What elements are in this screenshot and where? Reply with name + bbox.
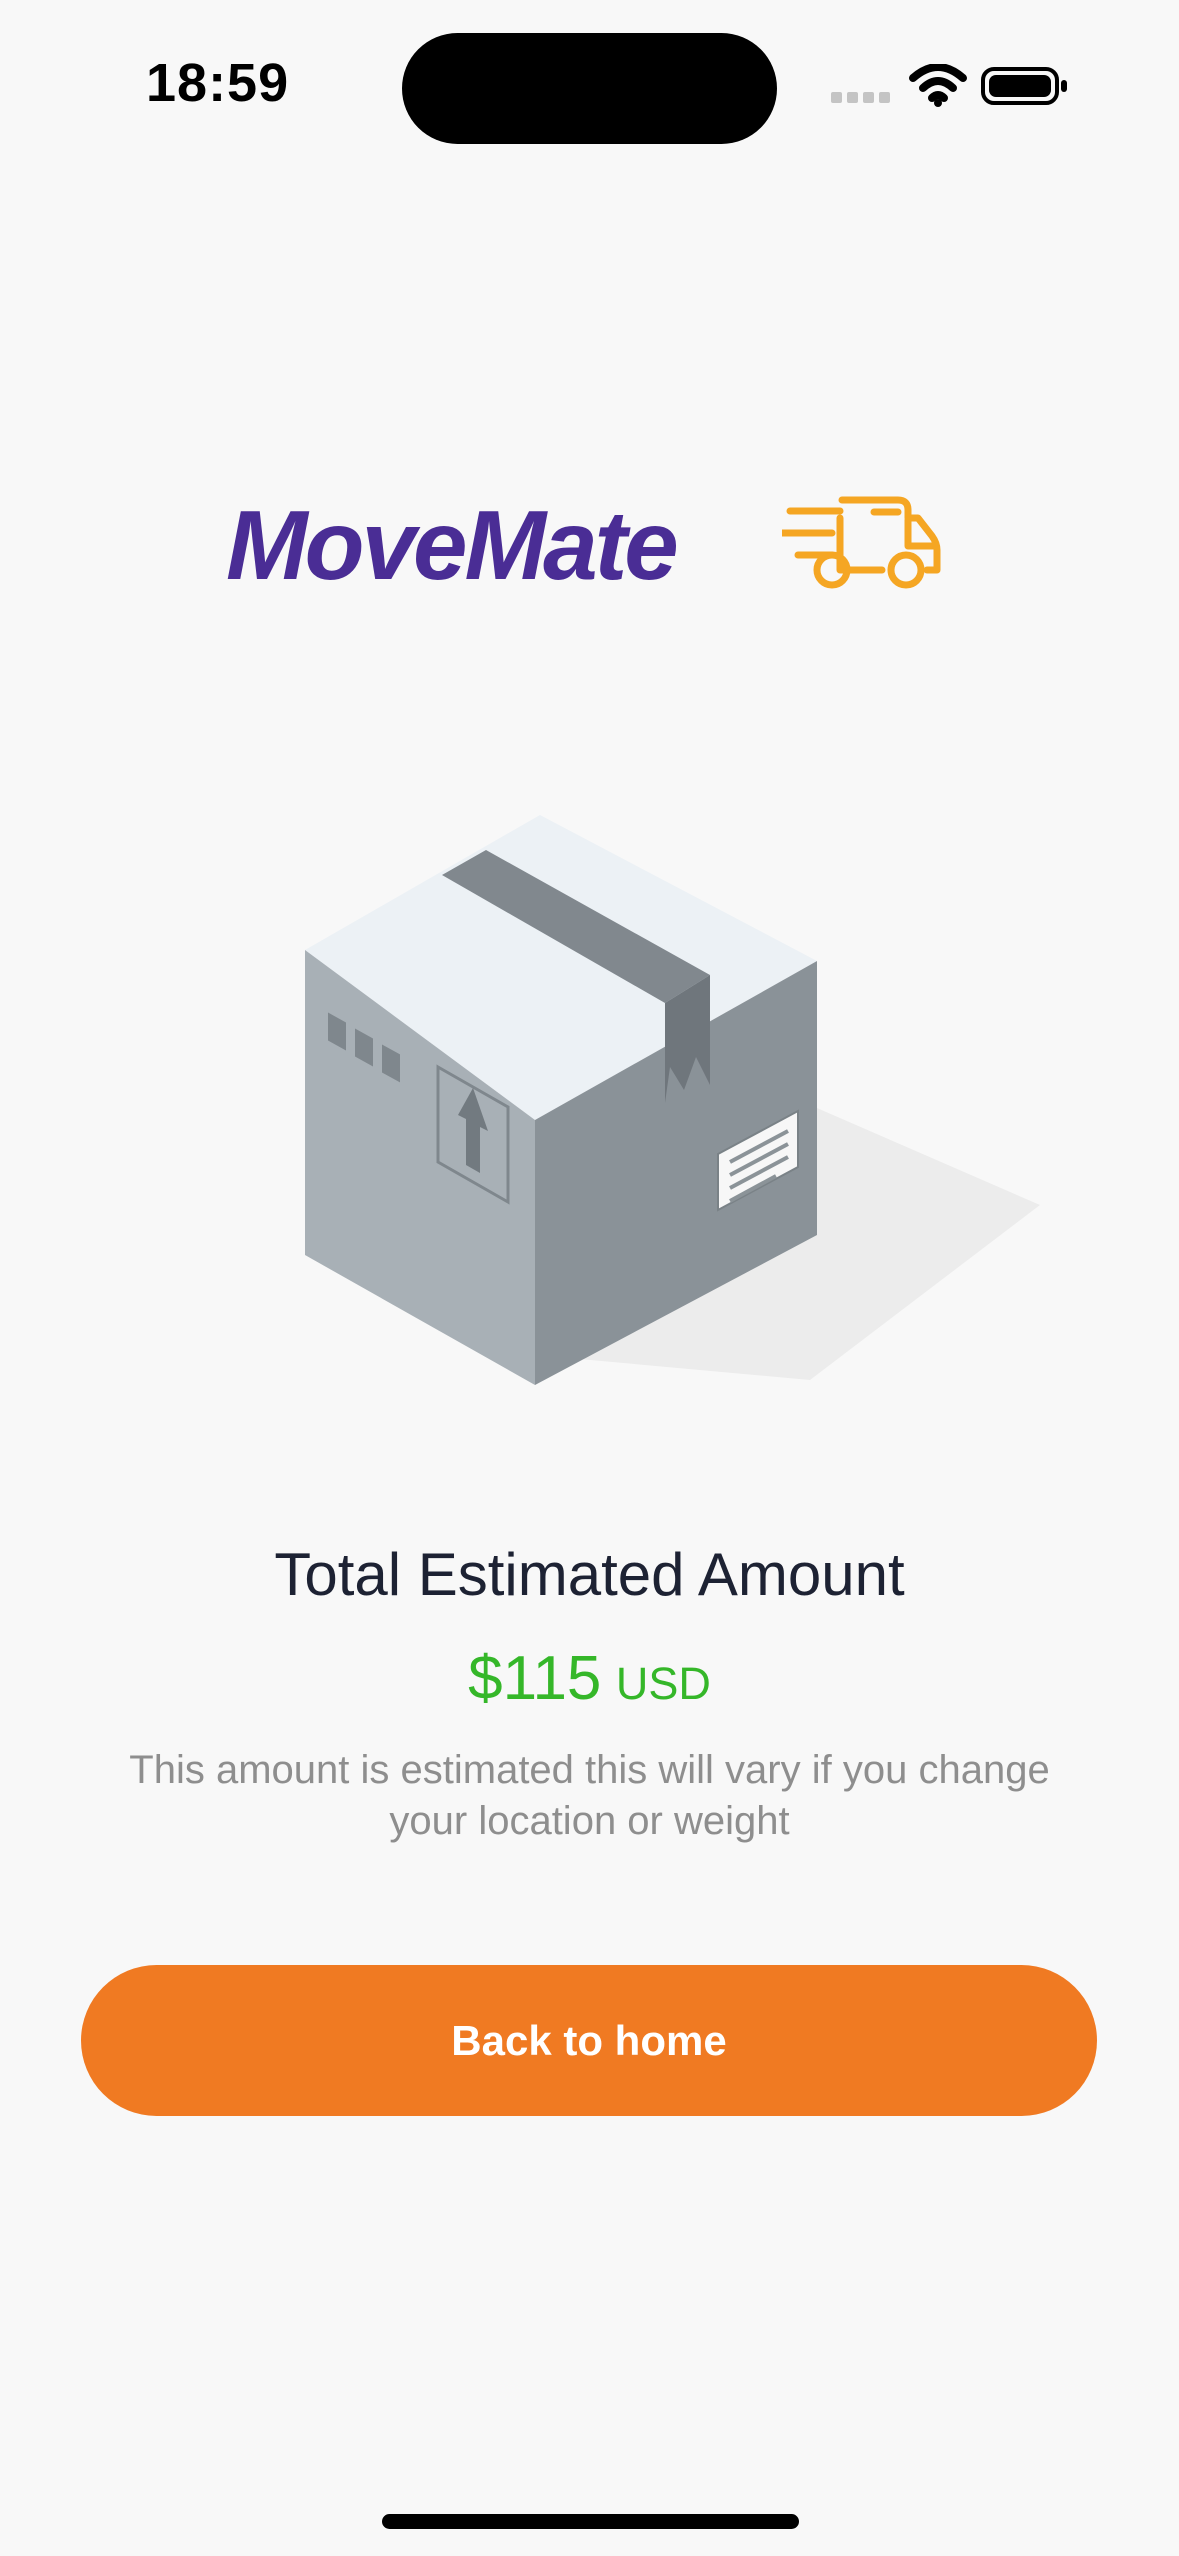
battery-icon <box>981 67 1059 105</box>
status-bar: 18:59 <box>0 0 1179 160</box>
package-box-icon <box>305 815 1040 1385</box>
signal-icon <box>831 92 890 104</box>
delivery-truck-icon <box>782 496 941 589</box>
amount-value: $115 <box>468 1644 602 1713</box>
estimate-disclaimer: This amount is estimated this will vary … <box>129 1748 1050 1843</box>
back-to-home-button[interactable]: Back to home <box>81 1965 1097 2116</box>
home-indicator <box>382 2514 799 2529</box>
status-icons <box>831 62 1081 114</box>
estimated-amount: $115 USD <box>0 1648 1179 1710</box>
app-name: MoveMate <box>226 490 679 600</box>
app-logo: MoveMate <box>0 488 1179 608</box>
battery-cap <box>1061 80 1067 92</box>
status-time: 18:59 <box>146 53 290 113</box>
total-estimated-amount-title: Total Estimated Amount <box>274 1541 905 1608</box>
amount-currency: USD <box>615 1658 711 1709</box>
wifi-icon <box>909 64 967 107</box>
dynamic-island <box>402 33 777 144</box>
